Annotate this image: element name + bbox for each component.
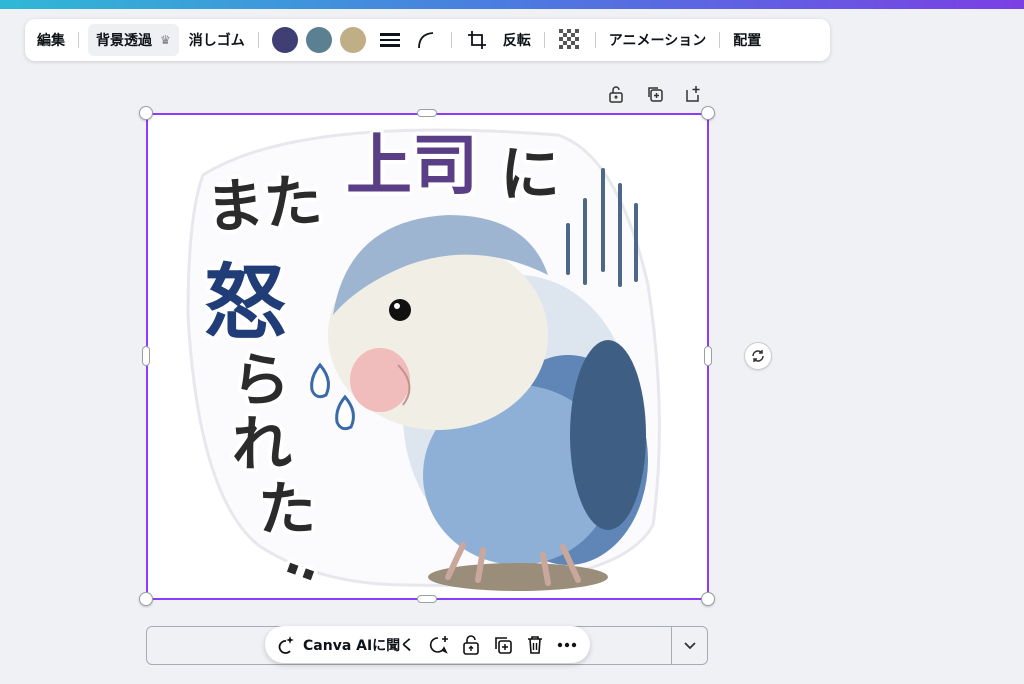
color-swatch-2[interactable] bbox=[305, 27, 332, 53]
sticker-text-ni: に bbox=[500, 140, 560, 210]
rotate-button[interactable] bbox=[744, 342, 772, 370]
sticker-text-okora: 怒 bbox=[204, 256, 287, 351]
edit-button[interactable]: 編集 bbox=[33, 24, 69, 56]
sticker-text-ra: ら bbox=[232, 346, 291, 414]
duplicate-icon[interactable] bbox=[644, 83, 666, 105]
chevron-down-icon bbox=[683, 641, 696, 649]
comment-add-icon[interactable] bbox=[426, 631, 452, 659]
color-swatch-1[interactable] bbox=[271, 27, 298, 53]
lock-icon[interactable] bbox=[605, 83, 627, 105]
resize-handle-bottom[interactable] bbox=[417, 595, 437, 603]
rotate-icon bbox=[752, 350, 764, 362]
bg-remove-label: 背景透過 bbox=[96, 33, 152, 49]
canva-ai-button[interactable]: Canva AIに聞く bbox=[275, 635, 414, 655]
lock-icon[interactable] bbox=[458, 631, 484, 659]
top-gradient-bar bbox=[0, 0, 1024, 9]
resize-handle-bottom-right[interactable] bbox=[701, 592, 715, 606]
animate-button[interactable]: アニメーション bbox=[605, 24, 710, 56]
selected-image-element[interactable]: また 上司 に 怒 ら れ た ‥ bbox=[146, 113, 709, 600]
toolbar-divider bbox=[78, 32, 79, 48]
sticker-text-joushi: 上司 bbox=[346, 127, 478, 204]
add-page-icon[interactable] bbox=[682, 83, 704, 105]
border-style-icon[interactable] bbox=[374, 24, 406, 56]
crop-icon[interactable] bbox=[461, 24, 493, 56]
color-swatch-3[interactable] bbox=[339, 27, 366, 53]
sticker-text-mata: また bbox=[203, 166, 325, 242]
toolbar-divider bbox=[543, 32, 545, 48]
expand-pages-button[interactable] bbox=[671, 627, 707, 664]
toolbar-divider bbox=[257, 32, 259, 48]
resize-handle-right[interactable] bbox=[704, 346, 712, 366]
bg-remove-button[interactable]: 背景透過 ♛ bbox=[88, 24, 179, 56]
resize-handle-top[interactable] bbox=[417, 109, 437, 117]
trash-icon[interactable] bbox=[522, 631, 548, 659]
sticker-text-re: れ bbox=[232, 410, 292, 480]
flip-button[interactable]: 反転 bbox=[499, 24, 535, 56]
corner-rounding-icon[interactable] bbox=[410, 24, 442, 56]
canva-ai-label: Canva AIに聞く bbox=[303, 637, 415, 654]
duplicate-icon[interactable] bbox=[490, 631, 516, 659]
toolbar-divider bbox=[594, 32, 596, 48]
toolbar-divider bbox=[719, 32, 721, 48]
transparency-icon[interactable] bbox=[554, 24, 586, 56]
resize-handle-bottom-left[interactable] bbox=[139, 592, 153, 606]
position-button[interactable]: 配置 bbox=[729, 24, 765, 56]
crown-icon: ♛ bbox=[160, 33, 171, 47]
more-options-icon[interactable] bbox=[554, 631, 580, 659]
resize-handle-top-left[interactable] bbox=[139, 106, 153, 120]
resize-handle-left[interactable] bbox=[142, 346, 150, 366]
toolbar-divider bbox=[450, 32, 452, 48]
element-context-menu: Canva AIに聞く bbox=[265, 626, 590, 663]
eraser-button[interactable]: 消しゴム bbox=[185, 24, 249, 56]
resize-handle-top-right[interactable] bbox=[701, 106, 715, 120]
ai-sparkle-icon bbox=[278, 635, 294, 654]
context-toolbar: 編集 背景透過 ♛ 消しゴム 反転 アニメーション 配置 bbox=[25, 19, 830, 61]
